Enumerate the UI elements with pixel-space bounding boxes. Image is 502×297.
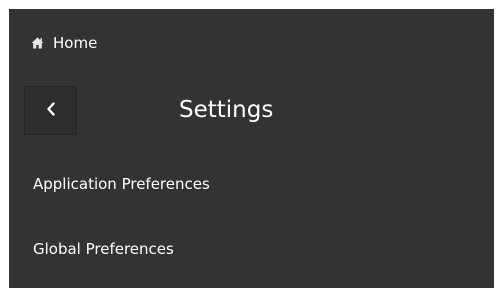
home-label: Home: [53, 34, 98, 52]
home-icon: [31, 37, 44, 49]
back-button[interactable]: [24, 86, 77, 135]
chevron-left-icon: [46, 101, 56, 120]
page-title: Settings: [179, 97, 274, 123]
home-link[interactable]: Home: [31, 29, 97, 57]
menu-item-application-preferences[interactable]: Application Preferences: [33, 174, 210, 194]
menu-item-global-preferences[interactable]: Global Preferences: [33, 239, 174, 259]
settings-panel: Home Settings Application Preferences Gl…: [9, 9, 494, 288]
